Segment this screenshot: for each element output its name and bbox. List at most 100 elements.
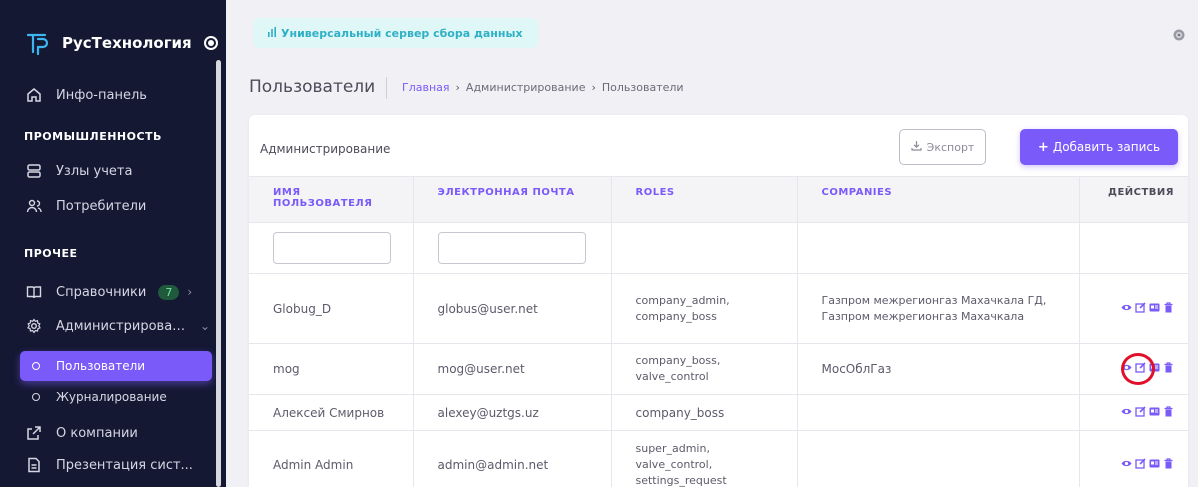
filter-cell <box>249 222 414 274</box>
sidebar-section-other: ПРОЧЕЕ <box>24 247 78 260</box>
circle-icon <box>32 393 40 401</box>
trash-icon[interactable] <box>1163 362 1174 373</box>
trash-icon[interactable] <box>1163 405 1174 417</box>
sidebar-item-users[interactable]: Пользователи <box>20 351 212 381</box>
sidebar-item-label: Администрирован... <box>55 318 192 334</box>
settings-gear-icon[interactable] <box>1172 27 1186 41</box>
users-table: ИМЯ ПОЛЬЗОВАТЕЛЯ ЭЛЕКТРОННАЯ ПОЧТА ROLES… <box>249 176 1188 487</box>
server-name-label: Универсальный сервер сбора данных <box>281 26 523 40</box>
cell-actions <box>1079 430 1188 487</box>
cell-companies <box>797 430 1080 487</box>
cell-roles: super_admin, valve_control, settings_req… <box>611 430 798 487</box>
sidebar-item-consumers[interactable]: Потребители <box>24 193 210 219</box>
export-button[interactable]: Экспорт <box>899 129 986 165</box>
chevron-right-icon: › <box>455 81 460 94</box>
sidebar-item-label: Журналирование <box>56 390 167 404</box>
users-icon <box>24 196 44 216</box>
trash-icon[interactable] <box>1163 458 1174 469</box>
cell-username: Admin Admin <box>249 430 414 487</box>
email-filter-input[interactable] <box>437 232 586 264</box>
download-icon <box>911 140 922 154</box>
sidebar-item-administration[interactable]: Администрирован... ⌄ <box>24 313 210 339</box>
chevron-right-icon: › <box>187 285 193 299</box>
cell-actions <box>1079 273 1188 344</box>
breadcrumb-home-link[interactable]: Главная <box>402 81 450 94</box>
username-filter-input[interactable] <box>273 232 391 264</box>
cell-email: globus@user.net <box>413 273 612 344</box>
card-title: Администрирование <box>260 142 391 156</box>
cell-companies: Газпром межрегионгаз Махачкала ГД, Газпр… <box>797 273 1080 344</box>
external-link-icon <box>24 423 44 443</box>
home-icon <box>24 85 44 105</box>
brand[interactable]: РусТехнология <box>24 28 224 58</box>
sidebar-item-label: Узлы учета <box>56 163 133 179</box>
sidebar-item-presentation[interactable]: Презентация сист... <box>24 452 210 478</box>
cell-username: Globug_D <box>249 273 414 344</box>
row-actions <box>1121 458 1174 469</box>
export-label: Экспорт <box>926 140 975 154</box>
cell-username: mog <box>249 343 414 395</box>
breadcrumb-current: Пользователи <box>601 81 684 94</box>
id-card-icon[interactable] <box>1149 406 1160 417</box>
filter-cell <box>797 222 1080 274</box>
add-record-button[interactable]: + Добавить запись <box>1020 129 1178 165</box>
table-row: Алексей Смирнов alexey@uztgs.uz company_… <box>249 394 1188 431</box>
highlight-circle-annotation <box>1121 353 1155 385</box>
edit-icon[interactable] <box>1135 405 1146 417</box>
table-row: Globug_D globus@user.net company_admin, … <box>249 273 1188 344</box>
cell-companies: МосОблГаз <box>797 343 1080 395</box>
trash-icon[interactable] <box>1163 301 1174 313</box>
sidebar-item-about[interactable]: О компании <box>24 420 210 446</box>
breadcrumb: Главная › Администрирование › Пользовате… <box>402 81 684 94</box>
cell-roles: company_admin, company_boss <box>611 273 798 344</box>
column-header-companies[interactable]: COMPANIES <box>797 176 1080 223</box>
breadcrumb-admin[interactable]: Администрирование <box>466 81 586 94</box>
brand-name: РусТехнология <box>62 34 192 52</box>
sidebar-section-industry: ПРОМЫШЛЕННОСТЬ <box>24 130 162 143</box>
sidebar-item-metering-nodes[interactable]: Узлы учета <box>24 158 210 184</box>
id-card-icon[interactable] <box>1149 302 1160 313</box>
row-actions <box>1121 301 1174 313</box>
plus-icon: + <box>1037 139 1049 155</box>
sidebar-item-info-panel[interactable]: Инфо-панель <box>24 82 210 108</box>
brand-logo-icon <box>24 29 52 57</box>
filter-row <box>249 222 1188 274</box>
table-row: Admin Admin admin@admin.net super_admin,… <box>249 430 1188 487</box>
cell-email: mog@user.net <box>413 343 612 395</box>
cell-email: admin@admin.net <box>413 430 612 487</box>
column-header-actions: ДЕЙСТВИЯ <box>1079 176 1188 223</box>
page-title: Пользователи <box>249 77 376 97</box>
sidebar-item-label: Пользователи <box>56 359 146 373</box>
cell-username: Алексей Смирнов <box>249 394 414 431</box>
count-badge: 7 <box>158 284 180 300</box>
cell-companies <box>797 394 1080 431</box>
filter-cell <box>413 222 612 274</box>
users-card: Администрирование Экспорт + Добавить зап… <box>249 115 1188 487</box>
filter-cell <box>1079 222 1188 274</box>
chevron-right-icon: › <box>591 81 596 94</box>
server-icon <box>24 161 44 181</box>
column-header-email[interactable]: ЭЛЕКТРОННАЯ ПОЧТА <box>413 176 612 223</box>
bar-chart-icon <box>267 26 277 40</box>
sidebar-item-label: Инфо-панель <box>56 87 147 103</box>
table-header-row: ИМЯ ПОЛЬЗОВАТЕЛЯ ЭЛЕКТРОННАЯ ПОЧТА ROLES… <box>249 176 1188 223</box>
cell-email: alexey@uztgs.uz <box>413 394 612 431</box>
eye-icon[interactable] <box>1121 302 1132 313</box>
sidebar-scrollbar[interactable] <box>216 60 221 487</box>
title-divider <box>386 77 387 99</box>
column-header-roles[interactable]: ROLES <box>611 176 798 223</box>
column-header-username[interactable]: ИМЯ ПОЛЬЗОВАТЕЛЯ <box>249 176 414 223</box>
sidebar: РусТехнология Инфо-панель ПРОМЫШЛЕННОСТЬ… <box>0 0 226 487</box>
id-card-icon[interactable] <box>1149 458 1160 469</box>
edit-icon[interactable] <box>1135 458 1146 469</box>
edit-icon[interactable] <box>1135 301 1146 313</box>
sidebar-item-directories[interactable]: Справочники 7 › <box>24 279 210 305</box>
filter-cell <box>611 222 798 274</box>
sidebar-toggle-icon[interactable] <box>203 36 218 50</box>
sidebar-item-logging[interactable]: Журналирование <box>20 382 212 412</box>
eye-icon[interactable] <box>1121 458 1132 469</box>
book-icon <box>24 282 44 302</box>
cell-roles: company_boss <box>611 394 798 431</box>
eye-icon[interactable] <box>1121 406 1132 417</box>
chevron-down-icon: ⌄ <box>199 319 210 333</box>
